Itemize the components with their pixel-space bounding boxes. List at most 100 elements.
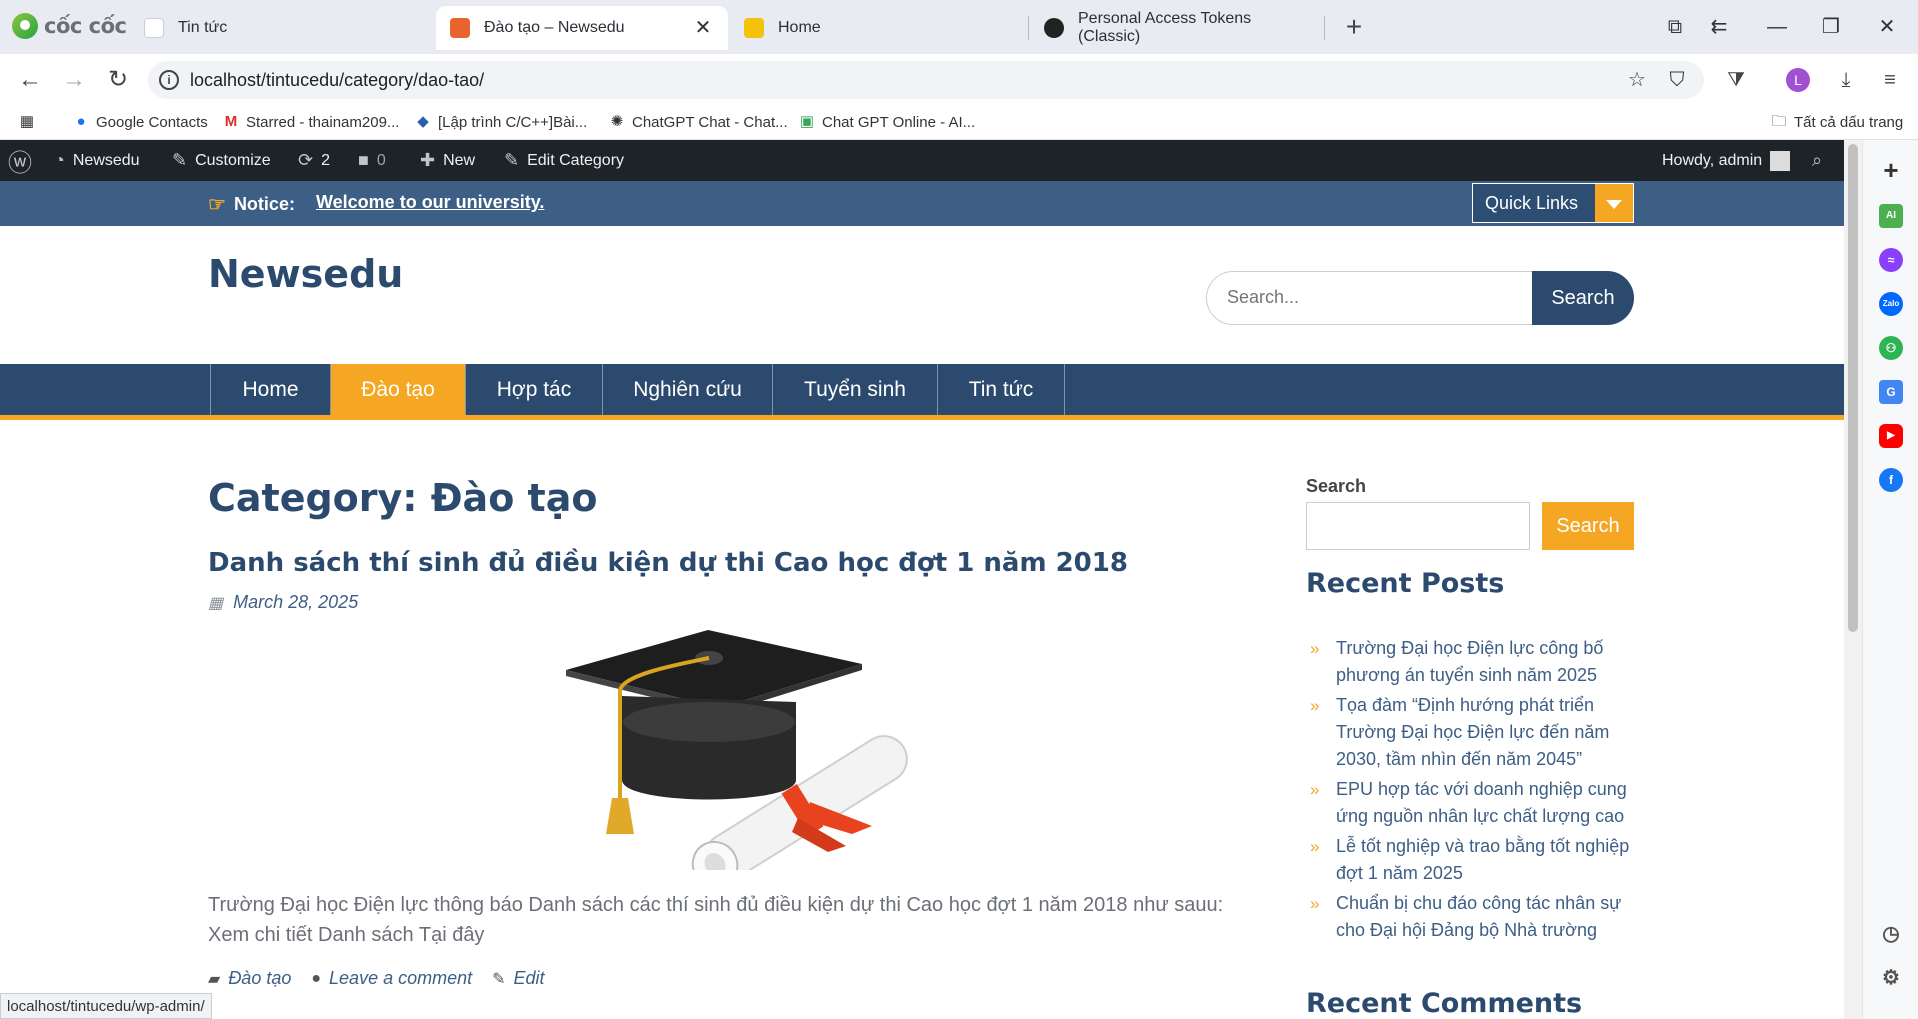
admin-search-icon[interactable]: ⌕ <box>1812 140 1822 181</box>
bookmark-star-icon[interactable]: ☆ <box>1624 67 1650 93</box>
new-tab-button[interactable]: + <box>1338 12 1370 44</box>
admin-new-link[interactable]: ✚ New <box>420 140 475 181</box>
ai-assistant-icon[interactable]: AI <box>1879 204 1903 228</box>
wp-admin-bar: ⓦ ◔ Newsedu ✎ Customize ⟳ 2 ■ 0 ✚ New ✎ … <box>0 140 1844 181</box>
recent-post-link[interactable]: Trường Đại học Điện lực công bố phương á… <box>1336 638 1603 685</box>
settings-gear-icon[interactable]: ⚙ <box>1879 966 1903 990</box>
bookmark-starred[interactable]: M Starred - thainam209... <box>222 110 400 134</box>
wordpress-logo-icon[interactable]: ⓦ <box>8 140 40 181</box>
restore-button[interactable]: ❐ <box>1816 12 1846 42</box>
profile-avatar[interactable]: L <box>1786 68 1810 92</box>
admin-comments-link[interactable]: ■ 0 <box>358 140 386 181</box>
admin-customize-label: Customize <box>195 151 271 169</box>
messenger-icon[interactable]: ≈ <box>1879 248 1903 272</box>
xampp-favicon-icon <box>450 18 470 38</box>
recent-post-link[interactable]: Chuẩn bị chu đáo công tác nhân sự cho Đạ… <box>1336 893 1621 940</box>
facebook-icon[interactable]: f <box>1879 468 1903 492</box>
add-sidebar-app-icon[interactable]: + <box>1879 157 1903 183</box>
graduation-cap-diploma-image[interactable] <box>560 630 920 870</box>
bookmark-chatgpt-online[interactable]: ▣ Chat GPT Online - AI... <box>798 110 975 134</box>
recent-post-item[interactable]: » EPU hợp tác với doanh nghiệp cung ứng n… <box>1306 776 1636 830</box>
nav-item-dao-tao[interactable]: Đào tạo <box>330 364 465 415</box>
post-title-link[interactable]: Danh sách thí sinh đủ điều kiện dự thi C… <box>208 548 1128 578</box>
header-search-input[interactable] <box>1227 287 1507 308</box>
bookmark-chatgpt-chat[interactable]: ✺ ChatGPT Chat - Chat... <box>608 110 788 134</box>
tab-tin-tuc[interactable]: Tin tức <box>130 6 430 50</box>
url-text[interactable]: localhost/tintucedu/category/dao-tao/ <box>190 70 484 91</box>
extensions-icon[interactable]: ⧩ <box>1722 66 1750 94</box>
user-avatar-icon <box>1770 150 1791 171</box>
close-window-button[interactable]: ✕ <box>1872 12 1902 42</box>
zalo-icon[interactable]: Zalo <box>1879 292 1903 316</box>
sidebar-search-button[interactable]: Search <box>1542 502 1634 550</box>
leave-comment-link[interactable]: Leave a comment <box>329 968 472 989</box>
bookmark-google-contacts[interactable]: ● Google Contacts <box>72 110 208 134</box>
tab-home[interactable]: Home <box>730 6 1030 50</box>
admin-updates-link[interactable]: ⟳ 2 <box>298 140 330 181</box>
minimize-button[interactable]: — <box>1762 12 1792 42</box>
game-controller-icon[interactable]: ⚇ <box>1879 336 1903 360</box>
post-category-link[interactable]: Đào tạo <box>228 968 291 989</box>
post-date-text[interactable]: March 28, 2025 <box>233 592 358 613</box>
folder-icon: 🗀 <box>1771 113 1787 130</box>
quick-links-dropdown[interactable]: Quick Links <box>1472 183 1634 223</box>
tab-dao-tao-newsedu[interactable]: Đào tạo – Newsedu ✕ <box>436 6 728 50</box>
back-button[interactable]: ← <box>14 64 46 96</box>
recent-post-link[interactable]: EPU hợp tác với doanh nghiệp cung ứng ng… <box>1336 779 1627 826</box>
menu-icon[interactable]: ≡ <box>1876 66 1904 94</box>
all-bookmarks[interactable]: 🗀 Tất cả dấu trang <box>1770 110 1903 134</box>
omnibox[interactable]: i localhost/tintucedu/category/dao-tao/ … <box>148 61 1704 99</box>
screenshot-icon[interactable]: ⧉ <box>1660 12 1690 42</box>
admin-account-menu[interactable]: Howdy, admin <box>1662 140 1791 181</box>
download-icon[interactable]: ⤓ <box>1832 66 1860 94</box>
page-viewport: ⓦ ◔ Newsedu ✎ Customize ⟳ 2 ■ 0 ✚ New ✎ … <box>0 140 1844 1019</box>
nav-item-tin-tuc[interactable]: Tin tức <box>937 364 1065 415</box>
scrollbar-thumb[interactable] <box>1848 144 1858 632</box>
recent-post-item[interactable]: » Lễ tốt nghiệp và trao bằng tốt nghiệp đ… <box>1306 833 1636 887</box>
site-info-icon[interactable]: i <box>159 70 179 90</box>
sidebar-search-input[interactable] <box>1306 502 1530 550</box>
bookmark-lap-trinh[interactable]: ◆ [Lập trình C/C++]Bài... <box>414 110 587 134</box>
nav-item-home[interactable]: Home <box>210 364 330 415</box>
admin-edit-category-label: Edit Category <box>527 151 625 169</box>
bookmark-label: Google Contacts <box>96 113 208 131</box>
recent-post-item[interactable]: » Chuẩn bị chu đáo công tác nhân sự cho Đ… <box>1306 890 1636 944</box>
forward-button[interactable]: → <box>58 64 90 96</box>
pencil-icon: ✎ <box>504 150 520 170</box>
admin-new-label: New <box>443 151 476 169</box>
recent-post-item[interactable]: » Trường Đại học Điện lực công bố phương … <box>1306 635 1636 689</box>
notice-link[interactable]: Welcome to our university. <box>316 192 544 213</box>
page-scrollbar[interactable] <box>1844 140 1862 1019</box>
site-title[interactable]: Newsedu <box>208 252 403 296</box>
recent-post-link[interactable]: Tọa đàm “Định hướng phát triển Trường Đạ… <box>1336 695 1609 769</box>
coccoc-logo[interactable]: cốc cốc <box>12 12 127 40</box>
admin-site-link[interactable]: ◔ Newsedu <box>54 140 140 181</box>
back-forward-cache-icon[interactable]: ⇇ <box>1704 12 1734 42</box>
admin-edit-category-link[interactable]: ✎ Edit Category <box>504 140 624 181</box>
coccoc-logo-text: cốc cốc <box>44 14 127 38</box>
nav-item-hop-tac[interactable]: Hợp tác <box>465 364 602 415</box>
nav-item-nghien-cuu[interactable]: Nghiên cứu <box>602 364 772 415</box>
plus-icon: ✚ <box>420 150 436 170</box>
adblock-shield-icon[interactable]: ⛉ <box>1664 67 1690 93</box>
edit-post-link[interactable]: Edit <box>514 968 545 989</box>
address-bar-row: ← → ↻ i localhost/tintucedu/category/dao… <box>0 54 1918 105</box>
updates-count: 2 <box>321 151 330 169</box>
admin-customize-link[interactable]: ✎ Customize <box>172 140 271 181</box>
close-tab-icon[interactable]: ✕ <box>692 17 714 39</box>
apps-grid-icon[interactable]: ▦ <box>18 110 42 134</box>
history-icon[interactable]: ◷ <box>1879 922 1903 946</box>
comments-count: 0 <box>376 151 386 169</box>
nav-item-tuyen-sinh[interactable]: Tuyển sinh <box>772 364 937 415</box>
post-meta: ▰ Đào tạo ● Leave a comment ✎ Edit <box>208 968 545 989</box>
header-search-button[interactable]: Search <box>1532 271 1634 325</box>
reload-button[interactable]: ↻ <box>102 64 134 96</box>
double-chevron-icon: » <box>1310 894 1320 913</box>
tab-personal-access-tokens[interactable]: Personal Access Tokens (Classic) <box>1030 6 1330 50</box>
recent-post-item[interactable]: » Tọa đàm “Định hướng phát triển Trường Đ… <box>1306 692 1636 773</box>
admin-site-name: Newsedu <box>72 151 140 169</box>
google-translate-icon[interactable]: G <box>1879 380 1903 404</box>
recent-post-link[interactable]: Lễ tốt nghiệp và trao bằng tốt nghiệp đợ… <box>1336 836 1629 883</box>
calendar-icon: ▦ <box>208 594 224 612</box>
youtube-icon[interactable]: ▶ <box>1879 424 1903 448</box>
